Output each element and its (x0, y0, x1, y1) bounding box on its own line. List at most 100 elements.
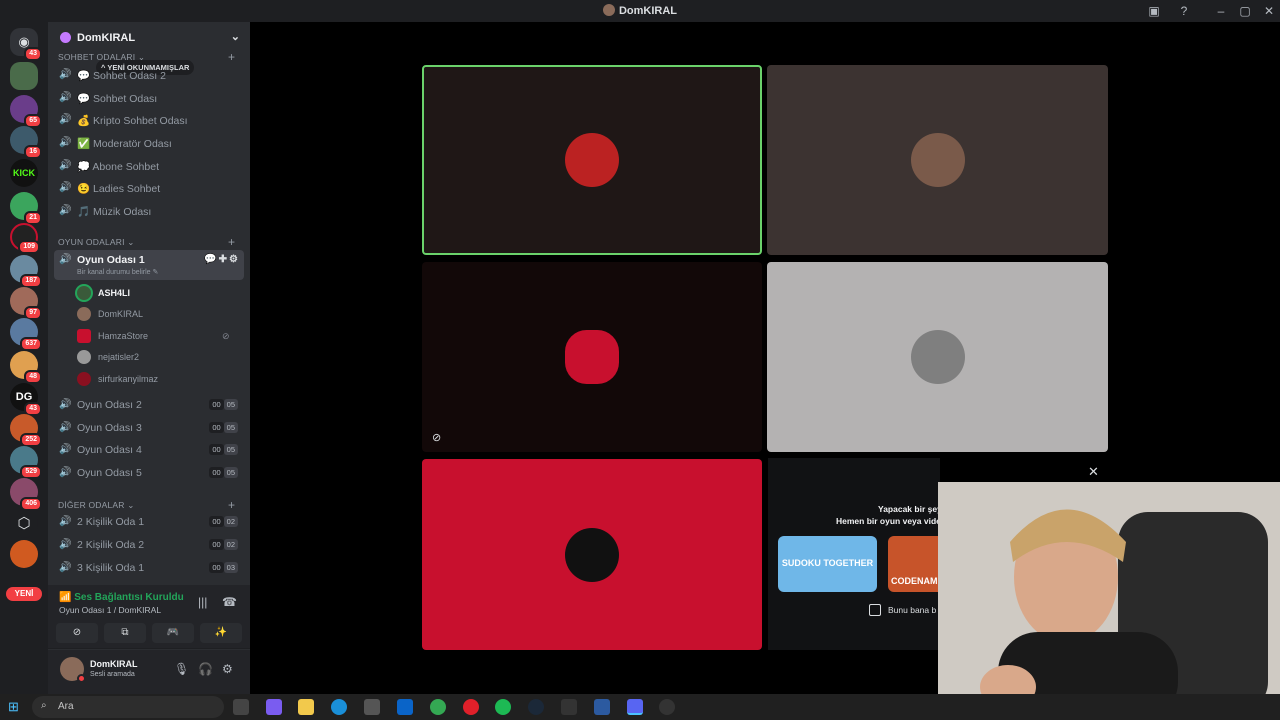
avatar (565, 527, 619, 582)
taskbar-search[interactable]: ⌕ Ara (32, 696, 224, 718)
server-icon[interactable]: 252 (10, 414, 42, 447)
participant-tile[interactable] (422, 459, 762, 650)
direct-messages-icon[interactable]: ◉ 43 (10, 28, 42, 61)
inbox-icon[interactable]: ▣ (1146, 3, 1162, 19)
search-icon: ⌕ (41, 700, 47, 711)
store-icon[interactable] (364, 699, 380, 715)
user-limit: 00 05 (209, 444, 238, 455)
add-channel-icon[interactable]: + (228, 50, 235, 64)
app-icon[interactable] (561, 699, 577, 715)
close-button[interactable]: ✕ (1261, 3, 1277, 19)
voice-channel[interactable]: 🔊 ✅ Moderatör Odası (54, 133, 244, 153)
maximize-button[interactable]: ▢ (1237, 3, 1253, 19)
voice-channel[interactable]: 🔊 2 Kişilik Oda 1 00 02 (54, 512, 244, 532)
voice-status[interactable]: 📶 Ses Bağlantısı Kuruldu (59, 592, 184, 603)
server-icon[interactable] (10, 62, 38, 90)
user-name[interactable]: DomKIRAL (90, 659, 138, 669)
avatar (565, 330, 619, 384)
voice-channel[interactable]: 🔊 Oyun Odası 5 00 05 (54, 463, 244, 483)
voice-channel[interactable]: 🔊 🎵 Müzik Odası (54, 201, 244, 221)
avatar[interactable] (60, 657, 86, 683)
microphone-icon[interactable]: 🎙 (174, 662, 189, 676)
new-servers-pill[interactable]: YENİ (6, 587, 42, 601)
mic-muted-icon: ⊘ (432, 432, 442, 444)
outlook-icon[interactable] (397, 699, 413, 715)
spotify-icon[interactable] (495, 699, 511, 715)
server-icon[interactable]: 529 (10, 446, 42, 479)
avatar (77, 286, 91, 300)
speaker-icon: 🔊 (59, 69, 72, 80)
user-limit: 00 05 (209, 422, 238, 433)
channel-actions[interactable]: 💬✚⚙ (204, 254, 240, 265)
windows-start-icon[interactable]: ⊞ (8, 699, 24, 715)
taskbar: ⊞ ⌕ Ara (0, 694, 1280, 720)
close-icon[interactable]: ✕ (1088, 464, 1099, 480)
discord-icon[interactable] (627, 699, 643, 715)
participant-tile[interactable] (767, 262, 1108, 452)
chevron-down-icon: ⌄ (230, 31, 240, 43)
screen-share-button[interactable]: ⧉ (104, 623, 146, 643)
category-game[interactable]: OYUN ODALARI ⌄ + (58, 235, 235, 249)
channel-status[interactable]: Bir kanal durumu belirle ✎ (77, 268, 158, 276)
activity-card[interactable]: SUDOKU TOGETHER (778, 536, 877, 592)
server-icon[interactable]: 406 (10, 478, 42, 511)
speaker-icon: 🔊 (59, 516, 72, 527)
participant-tile[interactable] (422, 65, 762, 255)
kick-server-icon[interactable]: KICK (10, 159, 38, 187)
voice-channel[interactable]: 🔊 3 Kişilik Oda 1 00 03 (54, 558, 244, 578)
voice-channel[interactable]: 🔊 💬 Sohbet Odası 2 (54, 65, 244, 85)
voice-channel-active[interactable]: 🔊 Oyun Odası 1 Bir kanal durumu belirle ✎ 💬… (54, 250, 244, 280)
voice-channel[interactable]: 🔊 😉 Ladies Sohbet (54, 178, 244, 198)
headphones-icon[interactable]: 🎧 (198, 662, 213, 676)
participant-tile[interactable] (767, 65, 1108, 255)
dont-show-checkbox[interactable] (869, 604, 881, 616)
voice-channel-path[interactable]: Oyun Odası 1 / DomKIRAL (59, 605, 161, 615)
server-icon[interactable]: 48 (10, 351, 42, 384)
add-channel-icon[interactable]: + (228, 498, 235, 512)
disconnect-icon[interactable]: ☎ (222, 595, 237, 609)
activity-card[interactable]: CODENAM (888, 536, 940, 592)
server-icon[interactable]: 16 (10, 126, 42, 159)
server-icon[interactable]: 65 (10, 95, 42, 128)
server-icon[interactable]: ⬡ (10, 510, 38, 538)
app-icon[interactable] (659, 699, 675, 715)
speaker-icon: 🔊 (59, 444, 72, 455)
server-icon[interactable] (10, 540, 38, 568)
voice-channel[interactable]: 🔊 Oyun Odası 2 00 05 (54, 395, 244, 415)
steam-icon[interactable] (528, 699, 544, 715)
opera-icon[interactable] (463, 699, 479, 715)
voice-channel[interactable]: 🔊 💬 Sohbet Odası (54, 88, 244, 108)
file-explorer-icon[interactable] (298, 699, 314, 715)
app-icon[interactable] (594, 699, 610, 715)
soundboard-button[interactable]: ✨ (200, 623, 242, 643)
speaker-icon: 🔊 (59, 254, 72, 265)
speaker-icon: 🔊 (59, 137, 72, 148)
voice-connection-panel: 📶 Ses Bağlantısı Kuruldu Oyun Odası 1 / … (48, 585, 250, 649)
server-icon[interactable]: 21 (10, 192, 42, 225)
participant-tile[interactable]: ⊘ (422, 262, 762, 452)
task-view-icon[interactable] (233, 699, 249, 715)
activity-button[interactable]: 🎮 (152, 623, 194, 643)
add-channel-icon[interactable]: + (228, 235, 235, 249)
server-icon[interactable]: 637 (10, 318, 42, 351)
noise-suppression-icon[interactable]: ||| (198, 595, 207, 609)
chrome-icon[interactable] (430, 699, 446, 715)
server-icon[interactable]: 187 (10, 255, 42, 288)
camera-toggle-button[interactable]: ⊘ (56, 623, 98, 643)
server-icon[interactable]: 109 (10, 223, 40, 254)
server-icon[interactable]: DG 43 (10, 383, 42, 416)
voice-channel[interactable]: 🔊 💰 Kripto Sohbet Odası (54, 110, 244, 130)
category-other[interactable]: DİĞER ODALAR ⌄ + (58, 498, 235, 512)
gear-icon[interactable]: ⚙ (222, 662, 233, 676)
voice-channel[interactable]: 🔊 2 Kişilik Oda 2 00 02 (54, 535, 244, 555)
help-icon[interactable]: ? (1176, 3, 1192, 19)
copilot-icon[interactable] (266, 699, 282, 715)
avatar (77, 307, 91, 321)
voice-channel[interactable]: 🔊 💭 Abone Sohbet (54, 156, 244, 176)
server-icon[interactable]: 97 (10, 287, 42, 320)
voice-channel[interactable]: 🔊 Oyun Odası 3 00 05 (54, 418, 244, 438)
voice-channel[interactable]: 🔊 Oyun Odası 4 00 05 (54, 440, 244, 460)
edge-icon[interactable] (331, 699, 347, 715)
server-header[interactable]: DomKIRAL ⌄ (48, 22, 250, 54)
minimize-button[interactable]: – (1213, 3, 1229, 19)
